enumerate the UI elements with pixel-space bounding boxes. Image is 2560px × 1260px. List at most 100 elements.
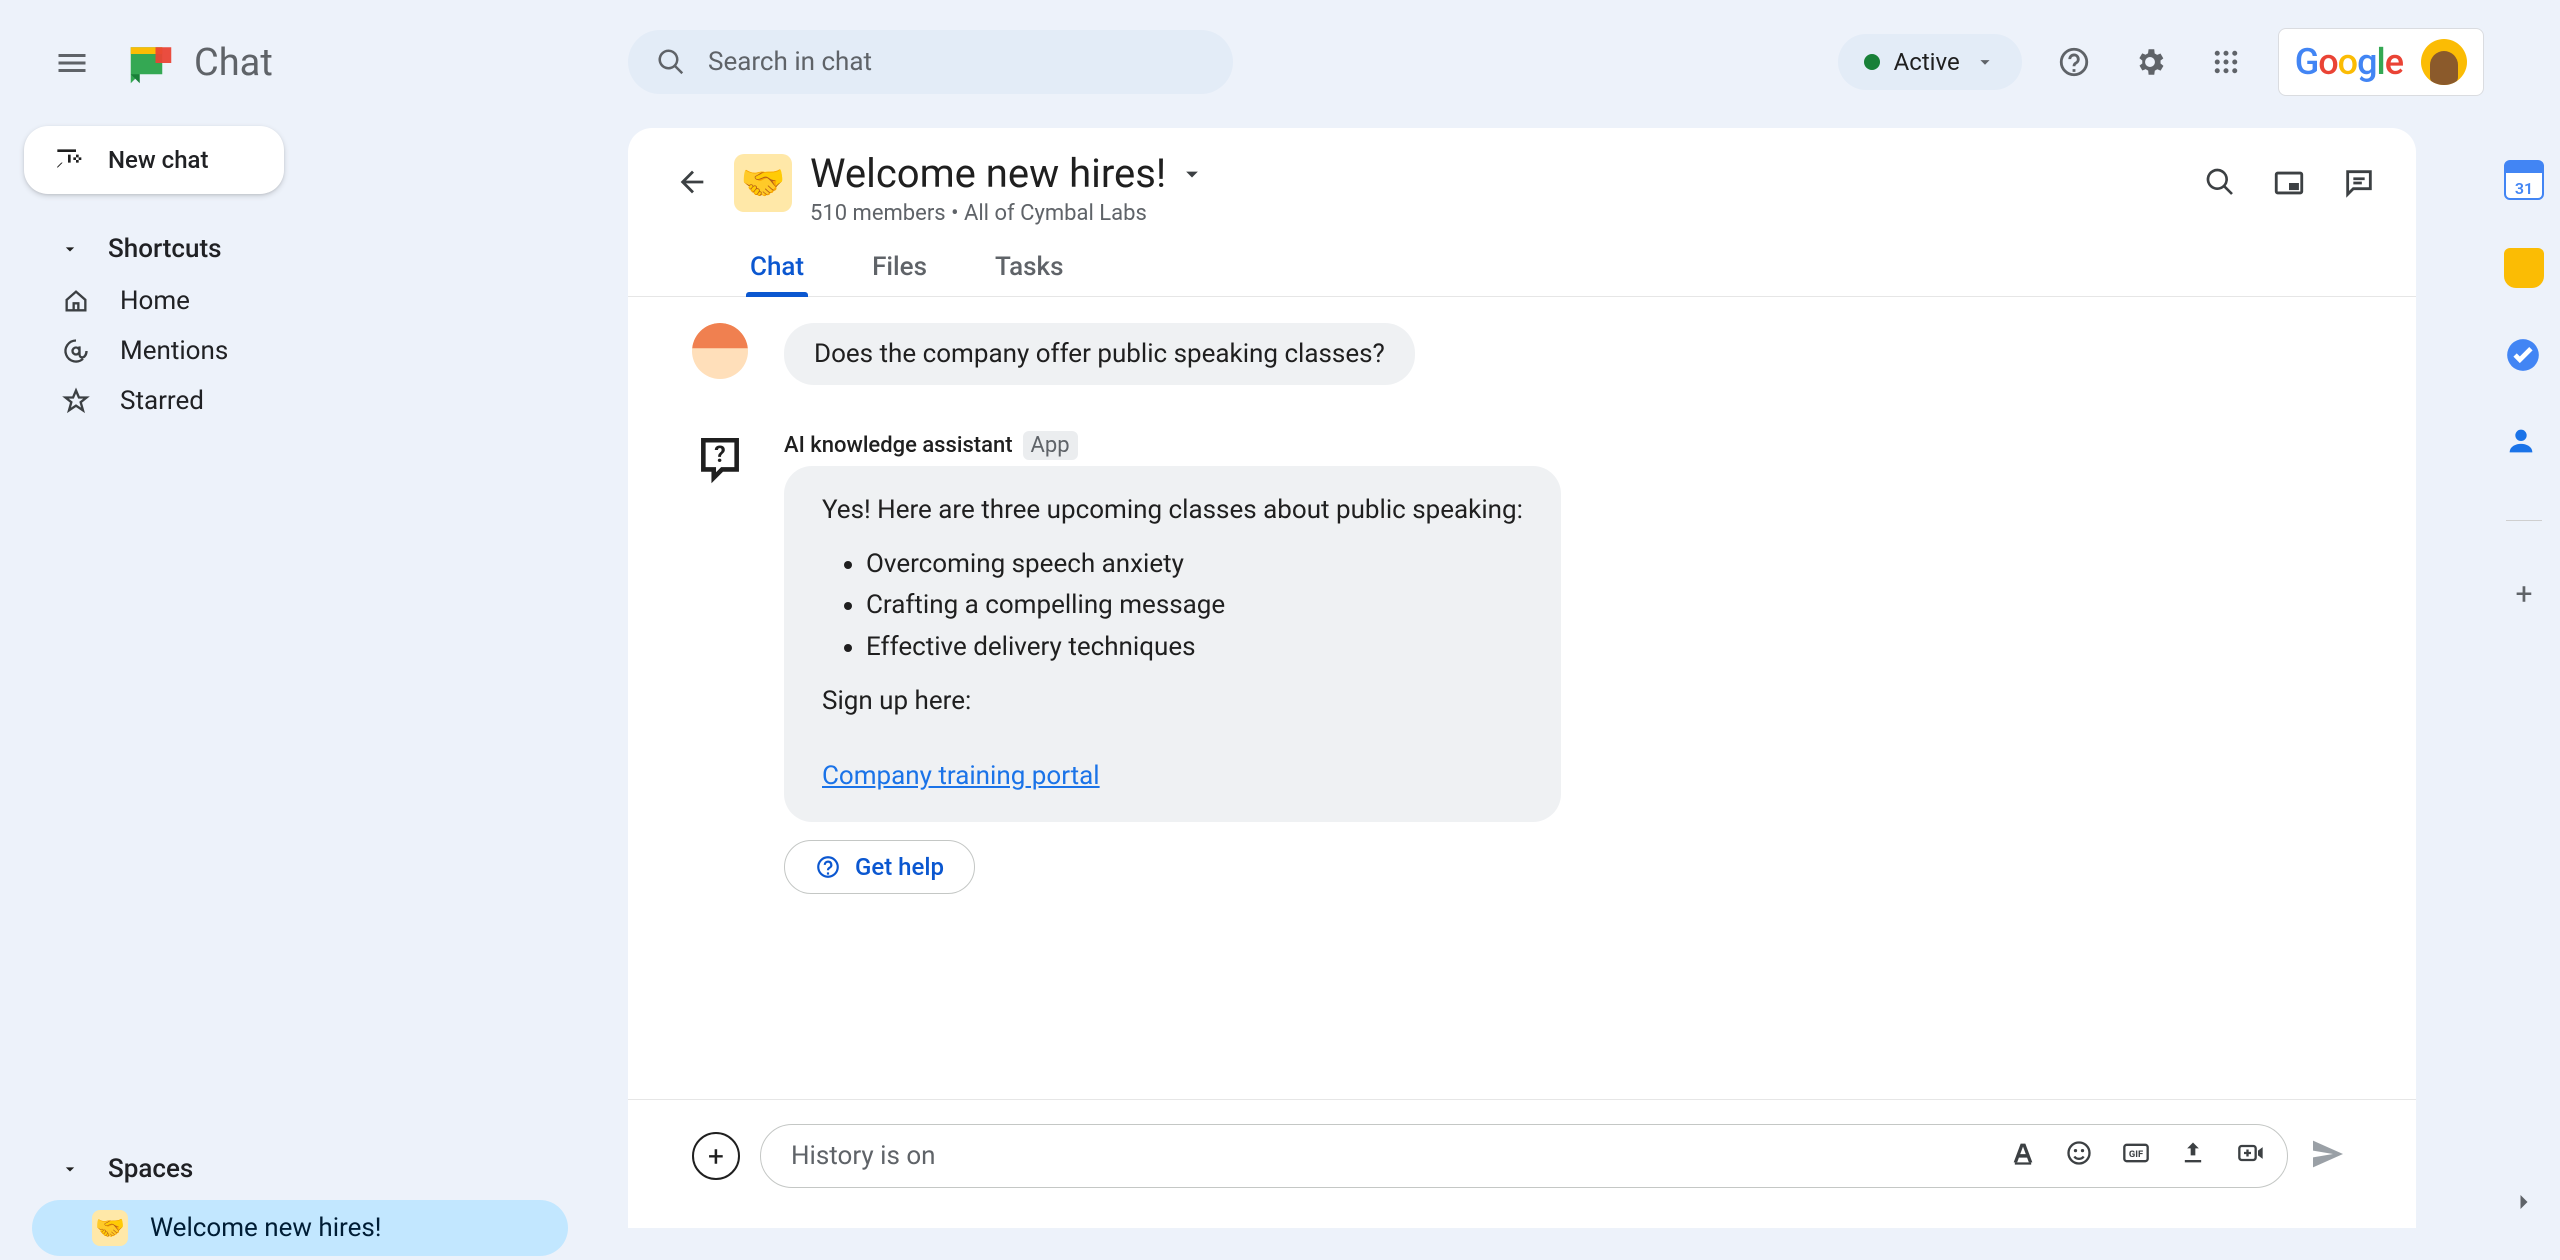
tab-tasks[interactable]: Tasks [991,244,1068,296]
sidebar-item-label: Home [120,286,190,316]
get-help-button[interactable]: Get help [784,840,975,894]
upload-icon [2179,1139,2207,1167]
space-avatar-icon: 🤝 [734,154,792,212]
rail-tasks-button[interactable] [2504,336,2544,376]
space-item-label: Welcome new hires! [150,1213,382,1243]
user-avatar[interactable] [2421,39,2467,85]
at-icon [62,337,90,365]
space-item-welcome-new-hires[interactable]: 🤝 Welcome new hires! [32,1200,568,1256]
new-chat-button[interactable]: New chat [24,126,284,194]
main-menu-button[interactable] [48,39,96,87]
shortcuts-label: Shortcuts [108,234,222,264]
support-button[interactable] [2050,38,2098,86]
apps-launcher-button[interactable] [2202,38,2250,86]
message-bot: ? AI knowledge assistant App Yes! Here a… [668,431,2376,894]
search-input[interactable]: Search in chat [628,30,1233,94]
sidebar-item-starred[interactable]: Starred [0,376,600,426]
meet-button[interactable] [2235,1139,2267,1174]
rail-keep-button[interactable] [2504,248,2544,288]
help-icon [815,854,841,880]
menu-icon [54,45,90,81]
top-bar: Search in chat Active Google [628,28,2484,96]
space-header: 🤝 Welcome new hires! 510 members • All o… [628,128,2416,226]
bot-list-item: Crafting a compelling message [866,587,1523,625]
chat-lines-icon [2342,166,2376,200]
video-add-icon [2235,1139,2267,1167]
bot-signup-text: Sign up here: [822,683,1523,721]
format-button[interactable] [2009,1139,2037,1174]
sidebar-item-home[interactable]: Home [0,276,600,326]
tasks-icon [2504,336,2542,374]
left-sidebar: Chat New chat Shortcuts Home Mentions St… [0,0,600,1260]
app-name: Chat [194,44,273,82]
bot-app-tag: App [1023,431,1078,460]
app-brand[interactable]: Chat [124,36,273,90]
search-placeholder: Search in chat [708,47,872,77]
settings-button[interactable] [2126,38,2174,86]
tab-chat[interactable]: Chat [746,244,808,296]
upload-button[interactable] [2179,1139,2207,1174]
rail-addons-button[interactable]: + [2515,577,2532,612]
space-subtitle: 510 members • All of Cymbal Labs [810,201,1206,226]
new-chat-icon [52,144,84,176]
spaces-header[interactable]: Spaces [0,1142,600,1196]
bot-intro-text: Yes! Here are three upcoming classes abo… [822,492,1523,530]
contacts-icon [2504,424,2538,458]
new-chat-label: New chat [108,146,208,174]
composer-bar: + History is on GIF [628,1099,2416,1228]
help-icon [2057,45,2091,79]
arrow-left-icon [675,165,709,199]
gear-icon [2133,45,2167,79]
account-box[interactable]: Google [2278,28,2484,96]
send-icon [2308,1134,2348,1174]
user-message-bubble: Does the company offer public speaking c… [784,323,1415,385]
space-emoji-icon: 🤝 [92,1210,128,1246]
caret-down-icon [60,239,80,259]
chevron-down-icon [1178,160,1206,188]
search-icon [2204,166,2236,198]
bot-list-item: Effective delivery techniques [866,629,1523,667]
google-logo: Google [2295,41,2403,83]
bot-name: AI knowledge assistant [784,433,1013,458]
chevron-right-icon [2510,1188,2538,1216]
status-dot-icon [1864,54,1880,70]
composer-placeholder: History is on [791,1141,936,1171]
pip-button[interactable] [2272,166,2306,204]
status-label: Active [1894,48,1960,76]
composer-input[interactable]: History is on GIF [760,1124,2288,1188]
svg-text:?: ? [714,441,725,468]
rail-collapse-button[interactable] [2510,1188,2538,1220]
gif-button[interactable]: GIF [2121,1139,2151,1174]
search-in-space-button[interactable] [2204,166,2236,204]
tab-files[interactable]: Files [868,244,931,296]
chevron-down-icon [1974,51,1996,73]
bot-avatar-icon: ? [695,434,745,484]
bot-avatar: ? [692,431,748,487]
get-help-label: Get help [855,853,944,881]
side-rail: 31 + [2488,130,2560,1260]
status-dropdown[interactable]: Active [1838,34,2022,90]
search-icon [656,47,686,77]
bot-list-item: Overcoming speech anxiety [866,546,1523,584]
message-user: Does the company offer public speaking c… [668,323,2376,385]
home-icon [62,287,90,315]
caret-down-icon [60,1159,80,1179]
svg-text:GIF: GIF [2129,1149,2143,1160]
main-panel: 🤝 Welcome new hires! 510 members • All o… [628,128,2416,1228]
format-icon [2009,1139,2037,1167]
rail-contacts-button[interactable] [2504,424,2544,464]
space-title: Welcome new hires! [810,150,1166,197]
shortcuts-header[interactable]: Shortcuts [0,222,600,276]
bot-message-bubble: Yes! Here are three upcoming classes abo… [784,466,1561,822]
threads-button[interactable] [2342,166,2376,204]
send-button[interactable] [2308,1134,2352,1178]
apps-grid-icon [2211,47,2241,77]
sidebar-item-mentions[interactable]: Mentions [0,326,600,376]
space-title-button[interactable]: Welcome new hires! [810,150,1206,197]
composer-add-button[interactable]: + [692,1132,740,1180]
gif-icon: GIF [2121,1139,2151,1167]
back-button[interactable] [668,158,716,206]
training-portal-link[interactable]: Company training portal [822,761,1100,791]
emoji-button[interactable] [2065,1139,2093,1174]
rail-calendar-button[interactable]: 31 [2504,160,2544,200]
